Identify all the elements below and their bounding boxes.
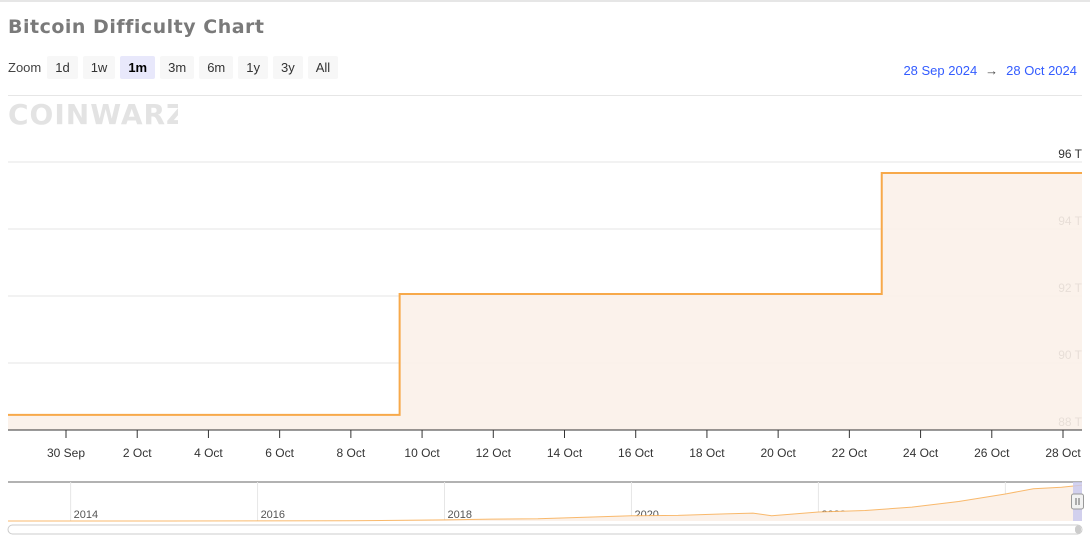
scrollbar-thumb[interactable]: [1075, 525, 1081, 534]
x-tick-label: 10 Oct: [404, 446, 440, 460]
x-tick-label: 6 Oct: [265, 446, 294, 460]
x-tick-label: 22 Oct: [832, 446, 868, 460]
x-tick-label: 14 Oct: [547, 446, 583, 460]
navigator-tick-label: 2016: [261, 509, 285, 521]
x-tick-label: 16 Oct: [618, 446, 654, 460]
y-tick-label: 96 T: [1058, 147, 1082, 161]
x-tick-label: 28 Oct: [1045, 446, 1081, 460]
difficulty-chart: 88 T90 T92 T94 T96 T30 Sep2 Oct4 Oct6 Oc…: [7, 147, 1084, 535]
x-tick-label: 30 Sep: [47, 446, 85, 460]
series-area: [8, 173, 1082, 430]
navigator-handle[interactable]: [1071, 493, 1084, 510]
x-tick-label: 18 Oct: [689, 446, 725, 460]
x-tick-label: 26 Oct: [974, 446, 1010, 460]
x-tick-label: 4 Oct: [194, 446, 223, 460]
x-tick-label: 12 Oct: [476, 446, 512, 460]
x-tick-label: 24 Oct: [903, 446, 939, 460]
scrollbar-track[interactable]: [7, 524, 1083, 535]
navigator-area: [8, 485, 1082, 521]
x-tick-label: 2 Oct: [123, 446, 152, 460]
x-tick-label: 20 Oct: [760, 446, 796, 460]
navigator-tick-label: 2014: [74, 509, 98, 521]
x-tick-label: 8 Oct: [337, 446, 366, 460]
